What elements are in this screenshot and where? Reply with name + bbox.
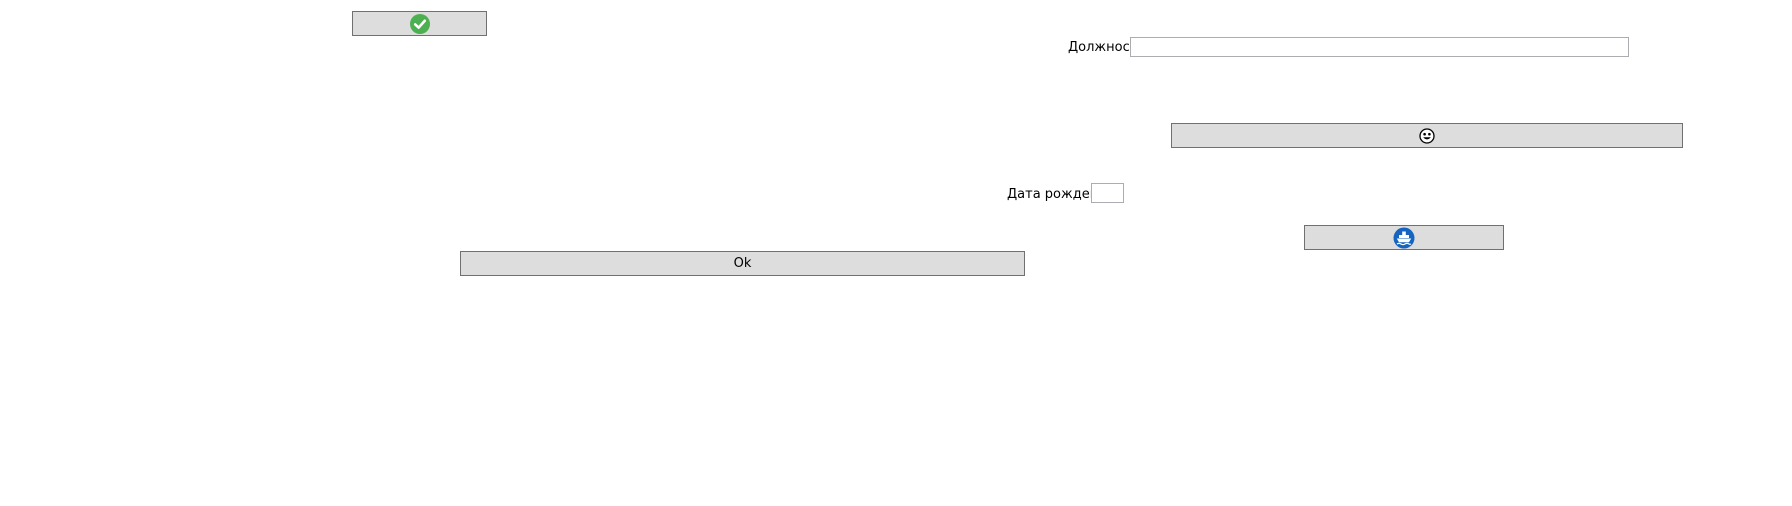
ok-button[interactable]: Ok <box>460 251 1025 276</box>
position-input[interactable] <box>1130 37 1629 57</box>
birth-date-input[interactable] <box>1091 183 1124 203</box>
check-circle-icon <box>409 13 430 34</box>
ok-button-label: Ok <box>733 256 752 271</box>
smiley-face-icon <box>1419 127 1435 144</box>
ship-icon <box>1393 227 1415 249</box>
face-button[interactable] <box>1171 123 1683 148</box>
check-button[interactable] <box>352 11 487 36</box>
ship-button[interactable] <box>1304 225 1504 250</box>
